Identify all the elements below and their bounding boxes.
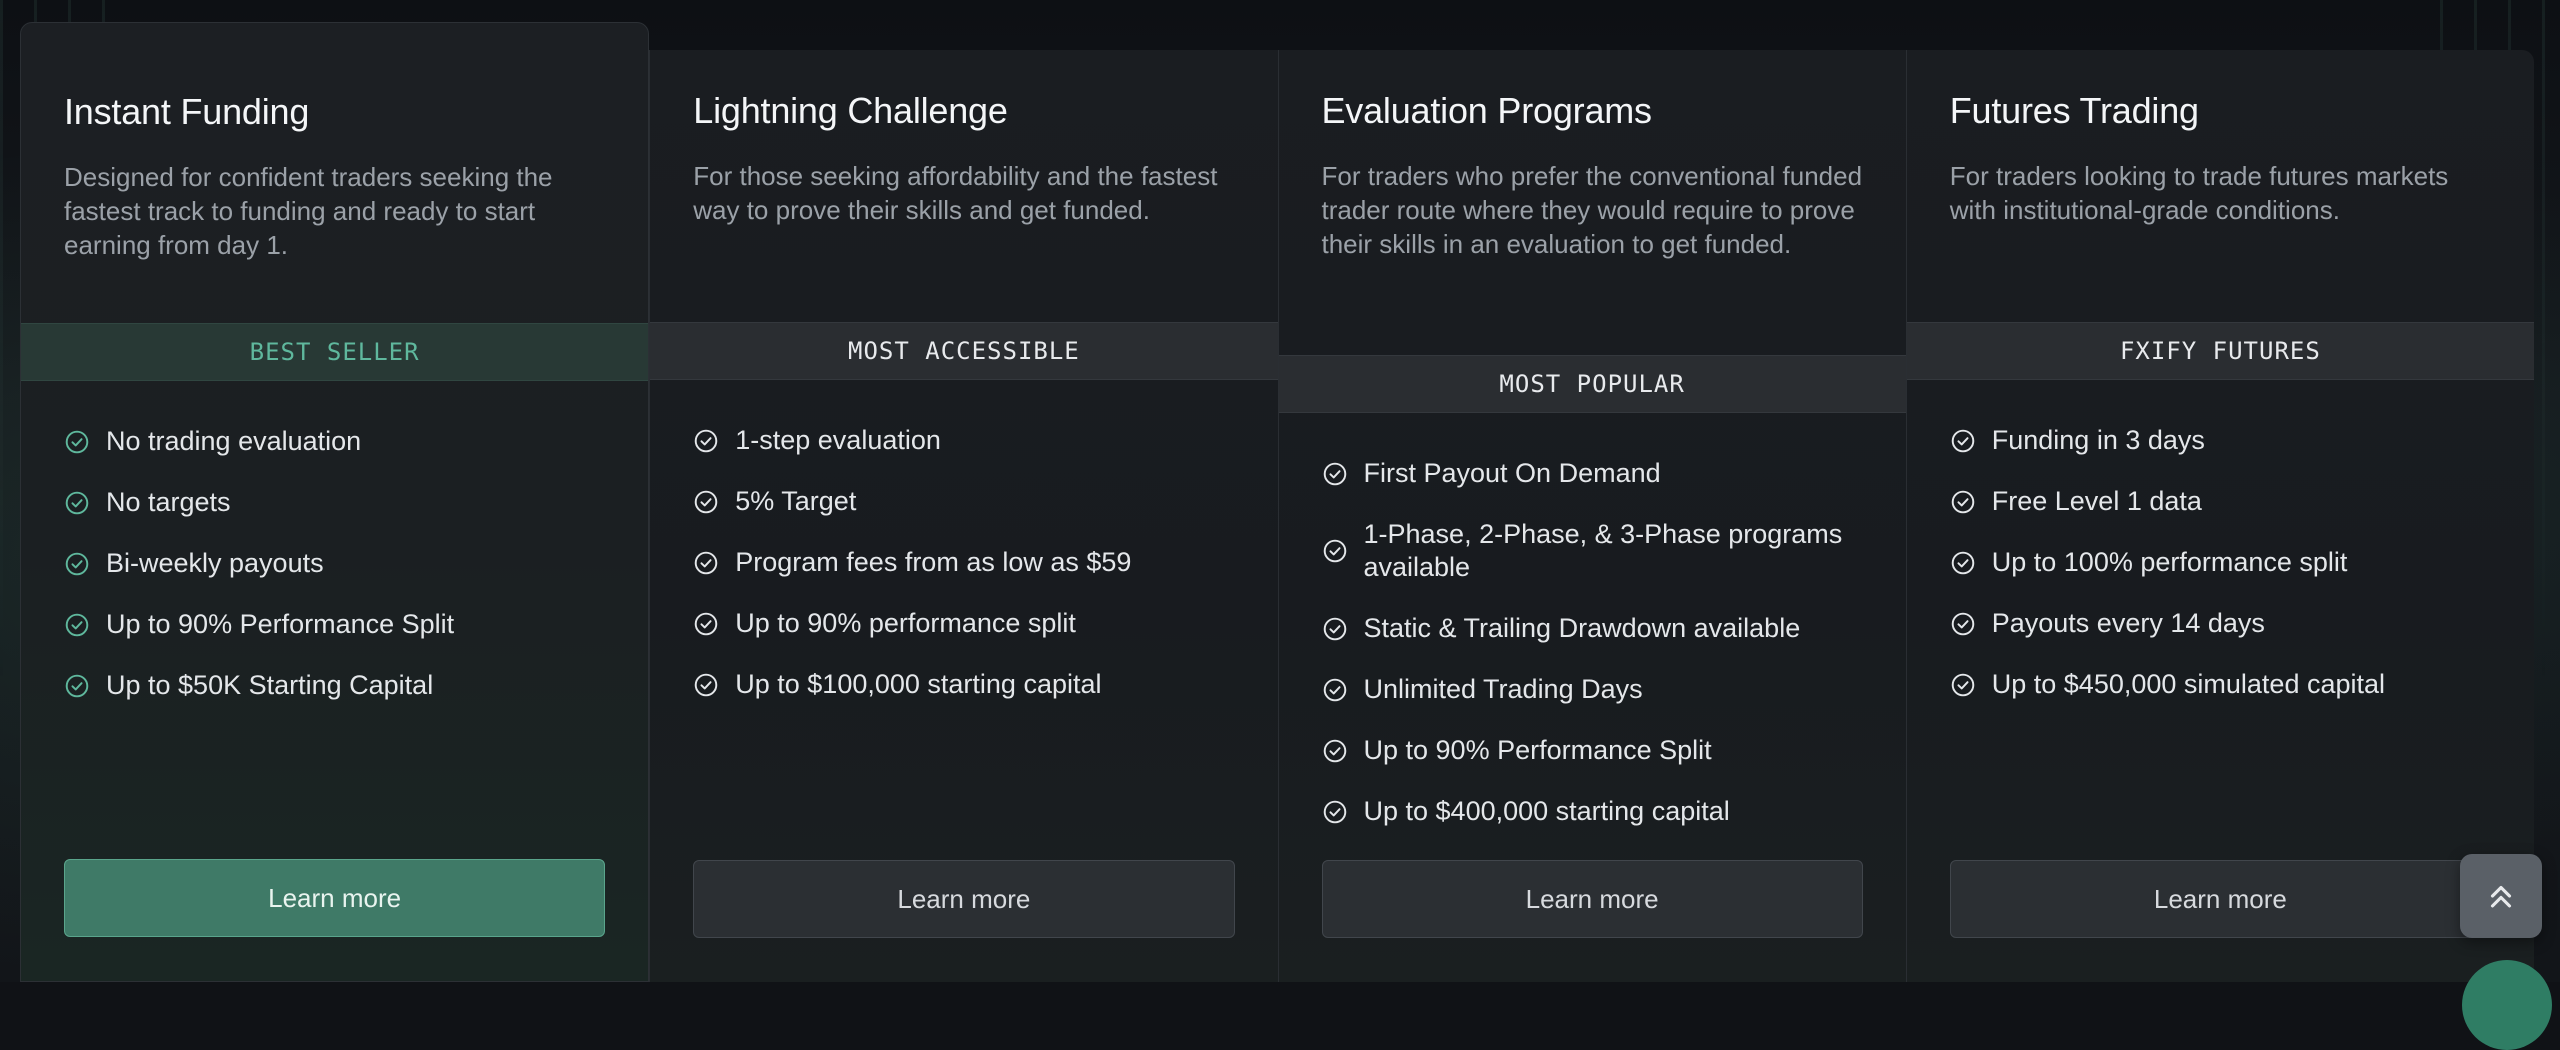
check-circle-icon [1950,550,1976,576]
check-circle-icon [64,673,90,699]
feature-item: Unlimited Trading Days [1322,673,1863,706]
check-circle-icon [64,490,90,516]
check-circle-icon [1322,677,1348,703]
feature-item: Up to 100% performance split [1950,546,2491,579]
card-footer: Learn more [1949,860,2491,938]
feature-label: 1-step evaluation [735,425,941,455]
badge-most-accessible: MOST ACCESSIBLE [650,322,1278,380]
badge-fxify-futures: FXIFY FUTURES [1906,322,2534,380]
feature-item: Bi-weekly payouts [64,547,605,580]
feature-label: Up to $400,000 starting capital [1363,796,1730,826]
feature-item: Up to $50K Starting Capital [64,669,605,702]
feature-label: Static & Trailing Drawdown available [1363,613,1801,643]
feature-item: 1-step evaluation [693,424,1234,457]
card-description: For traders who prefer the conventional … [1321,161,1863,259]
feature-list: First Payout On Demand 1-Phase, 2-Phase,… [1279,413,1906,856]
card-title: Lightning Challenge [693,90,1008,131]
card-instant-funding: Instant Funding Designed for confident t… [20,22,650,982]
card-header: Evaluation Programs For traders who pref… [1279,50,1906,355]
feature-label: First Payout On Demand [1363,458,1661,488]
feature-label: Unlimited Trading Days [1363,674,1643,704]
chat-bubble-icon[interactable] [2462,960,2552,1050]
learn-more-button[interactable]: Learn more [693,860,1235,938]
check-circle-icon [64,551,90,577]
double-chevron-up-icon [2490,885,2512,908]
check-circle-icon [1322,738,1348,764]
feature-list: 1-step evaluation 5% Target Program fees… [650,380,1277,729]
card-title: Evaluation Programs [1321,90,1653,131]
feature-label: No targets [106,487,231,517]
feature-item: Free Level 1 data [1950,485,2491,518]
feature-item: Funding in 3 days [1950,424,2491,457]
card-footer: Learn more [64,859,606,937]
card-title: Futures Trading [1949,90,2199,131]
check-circle-icon [1950,489,1976,515]
feature-label: No trading evaluation [106,426,362,456]
feature-label: Up to $450,000 simulated capital [1991,669,2386,699]
feature-list: Funding in 3 days Free Level 1 data Up t… [1907,380,2534,729]
feature-item: No targets [64,486,605,519]
learn-more-button[interactable]: Learn more [64,859,606,937]
card-description: For those seeking affordability and the … [693,161,1218,225]
card-lightning-challenge: Lightning Challenge For those seeking af… [649,50,1278,982]
check-circle-icon [64,612,90,638]
feature-label: Up to $50K Starting Capital [106,670,434,700]
feature-item: Up to 90% Performance Split [64,608,605,641]
feature-label: Up to 90% Performance Split [106,609,455,639]
feature-item: Program fees from as low as $59 [693,546,1234,579]
check-circle-icon [1322,461,1348,487]
feature-item: Up to $450,000 simulated capital [1950,668,2491,701]
feature-label: 1-Phase, 2-Phase, & 3-Phase programs ava… [1363,519,1843,582]
card-footer: Learn more [693,860,1235,938]
check-circle-icon [64,429,90,455]
feature-label: Up to 90% Performance Split [1363,735,1712,765]
learn-more-button[interactable]: Learn more [1949,860,2491,938]
card-header: Futures Trading For traders looking to t… [1907,50,2534,322]
check-circle-icon [1950,428,1976,454]
feature-item: No trading evaluation [64,425,605,458]
feature-label: Bi-weekly payouts [106,548,324,578]
feature-item: Up to 90% Performance Split [1322,734,1863,767]
card-futures-trading: Futures Trading For traders looking to t… [1905,50,2534,982]
feature-item: Up to 90% performance split [693,607,1234,640]
check-circle-icon [1322,616,1348,642]
feature-label: Free Level 1 data [1991,486,2202,516]
learn-more-button[interactable]: Learn more [1321,860,1863,938]
check-circle-icon [1322,799,1348,825]
feature-label: Payouts every 14 days [1991,608,2265,638]
feature-item: Static & Trailing Drawdown available [1322,612,1863,645]
feature-item: Up to $400,000 starting capital [1322,795,1863,828]
feature-item: Payouts every 14 days [1950,607,2491,640]
card-description: For traders looking to trade futures mar… [1949,161,2449,225]
card-description: Designed for confident traders seeking t… [64,162,553,260]
badge-best-seller: BEST SELLER [21,323,649,381]
feature-item: 1-Phase, 2-Phase, & 3-Phase programs ava… [1322,518,1863,584]
scroll-to-top-button[interactable] [2460,854,2542,938]
pricing-cards: Instant Funding Designed for confident t… [20,22,2534,982]
feature-label: 5% Target [735,486,857,516]
card-header: Lightning Challenge For those seeking af… [650,50,1277,322]
card-header: Instant Funding Designed for confident t… [21,23,648,323]
feature-label: Up to 100% performance split [1991,547,2348,577]
badge-most-popular: MOST POPULAR [1278,355,1906,413]
feature-item: First Payout On Demand [1322,457,1863,490]
check-circle-icon [693,672,719,698]
card-footer: Learn more [1321,860,1863,938]
check-circle-icon [693,489,719,515]
feature-label: Up to 90% performance split [735,608,1076,638]
feature-label: Up to $100,000 starting capital [735,669,1102,699]
card-evaluation-programs: Evaluation Programs For traders who pref… [1277,50,1906,982]
feature-list: No trading evaluation No targets Bi-week… [21,381,648,730]
feature-item: 5% Target [693,485,1234,518]
feature-item: Up to $100,000 starting capital [693,668,1234,701]
feature-label: Program fees from as low as $59 [735,547,1132,577]
check-circle-icon [1950,672,1976,698]
check-circle-icon [1950,611,1976,637]
check-circle-icon [1322,538,1348,564]
feature-label: Funding in 3 days [1991,425,2205,455]
check-circle-icon [693,611,719,637]
check-circle-icon [693,550,719,576]
check-circle-icon [693,428,719,454]
card-title: Instant Funding [64,91,310,132]
